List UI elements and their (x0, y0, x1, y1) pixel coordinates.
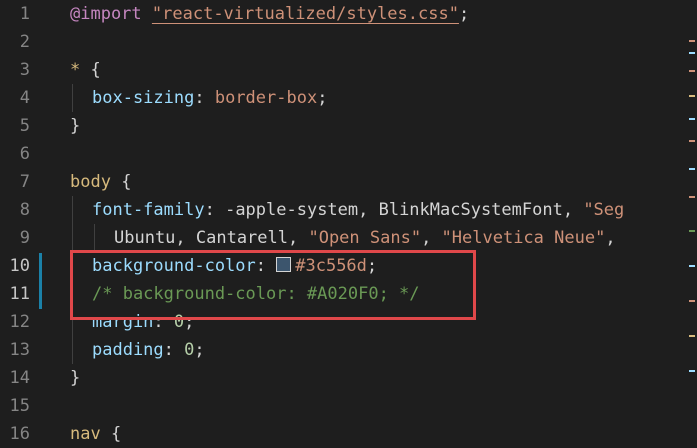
open-brace: { (110, 172, 132, 192)
code-line-1[interactable]: @import "react-virtualized/styles.css"; (70, 0, 469, 28)
colon: : (194, 88, 215, 108)
property-value: 0 (184, 340, 195, 360)
highlight-box (70, 250, 476, 320)
line-number: 7 (19, 172, 30, 192)
string-value: "Seg (583, 200, 625, 220)
colon: : (163, 340, 185, 360)
minimap-mark (689, 95, 695, 97)
semicolon: ; (458, 4, 470, 24)
indent-guide (72, 84, 73, 112)
selector-universal: * (70, 60, 81, 80)
minimap-mark (689, 70, 695, 72)
code-editor[interactable]: 1 2 3 4 5 6 7 8 9 10 11 12 13 14 15 16 @… (0, 0, 697, 444)
minimap-mark (689, 118, 695, 120)
semicolon: ; (317, 88, 328, 108)
close-brace: } (70, 368, 81, 388)
line-number: 1 (19, 4, 30, 24)
open-brace: { (80, 60, 101, 80)
property-name: padding (92, 340, 164, 360)
minimap-scrollbar[interactable] (685, 0, 697, 440)
line-number: 16 (9, 424, 30, 444)
code-line-14[interactable]: } (70, 364, 80, 392)
minimap-mark (689, 230, 695, 232)
comma: , (605, 228, 616, 248)
line-number: 5 (19, 116, 30, 136)
code-line-7[interactable]: body { (70, 168, 131, 196)
modified-line-indicator (39, 253, 42, 309)
minimap-mark (689, 168, 695, 170)
minimap-mark (689, 300, 695, 302)
close-brace: } (70, 116, 81, 136)
line-number: 11 (9, 284, 30, 304)
code-line-9[interactable]: Ubuntu, Cantarell, "Open Sans", "Helveti… (114, 224, 616, 252)
open-brace: { (100, 424, 122, 444)
code-line-4[interactable]: box-sizing: border-box; (92, 84, 327, 112)
property-value: border-box (214, 88, 318, 108)
minimap-mark (689, 370, 695, 372)
minimap-mark (689, 265, 695, 267)
line-number-gutter: 1 2 3 4 5 6 7 8 9 10 11 12 13 14 15 16 (0, 0, 48, 444)
selector-body: body (70, 172, 111, 192)
property-value: Ubuntu, Cantarell, (114, 228, 309, 248)
line-number: 3 (19, 60, 30, 80)
line-number: 6 (19, 144, 30, 164)
semicolon: ; (194, 340, 205, 360)
code-line-13[interactable]: padding: 0; (92, 336, 205, 364)
code-line-16[interactable]: nav { (70, 420, 121, 448)
line-number: 15 (9, 396, 30, 416)
line-number: 14 (9, 368, 30, 388)
line-number: 8 (19, 200, 30, 220)
comma: , (421, 228, 442, 248)
code-line-3[interactable]: * { (70, 56, 101, 84)
minimap-mark (689, 40, 695, 42)
property-name: font-family (92, 200, 205, 220)
minimap-mark (689, 335, 695, 337)
code-line-8[interactable]: font-family: -apple-system, BlinkMacSyst… (92, 196, 624, 224)
code-area[interactable]: @import "react-virtualized/styles.css"; … (70, 0, 685, 444)
code-line-5[interactable]: } (70, 112, 80, 140)
string-value: "Open Sans" (308, 228, 422, 248)
line-number: 10 (9, 256, 30, 276)
selector-nav: nav (70, 424, 101, 444)
line-number: 13 (9, 340, 30, 360)
line-number: 4 (19, 88, 30, 108)
string-value: "Helvetica Neue" (441, 228, 606, 248)
minimap-mark (689, 196, 695, 198)
minimap-mark (689, 52, 695, 54)
import-keyword: @import (70, 4, 142, 24)
line-number: 2 (19, 32, 30, 52)
line-number: 12 (9, 312, 30, 332)
indent-guide (94, 224, 95, 252)
line-number: 9 (19, 228, 30, 248)
property-value: -apple-system, BlinkMacSystemFont, (225, 200, 584, 220)
minimap-mark (689, 140, 695, 142)
import-path[interactable]: "react-virtualized/styles.css" (152, 4, 459, 24)
property-name: box-sizing (92, 88, 195, 108)
colon: : (204, 200, 226, 220)
